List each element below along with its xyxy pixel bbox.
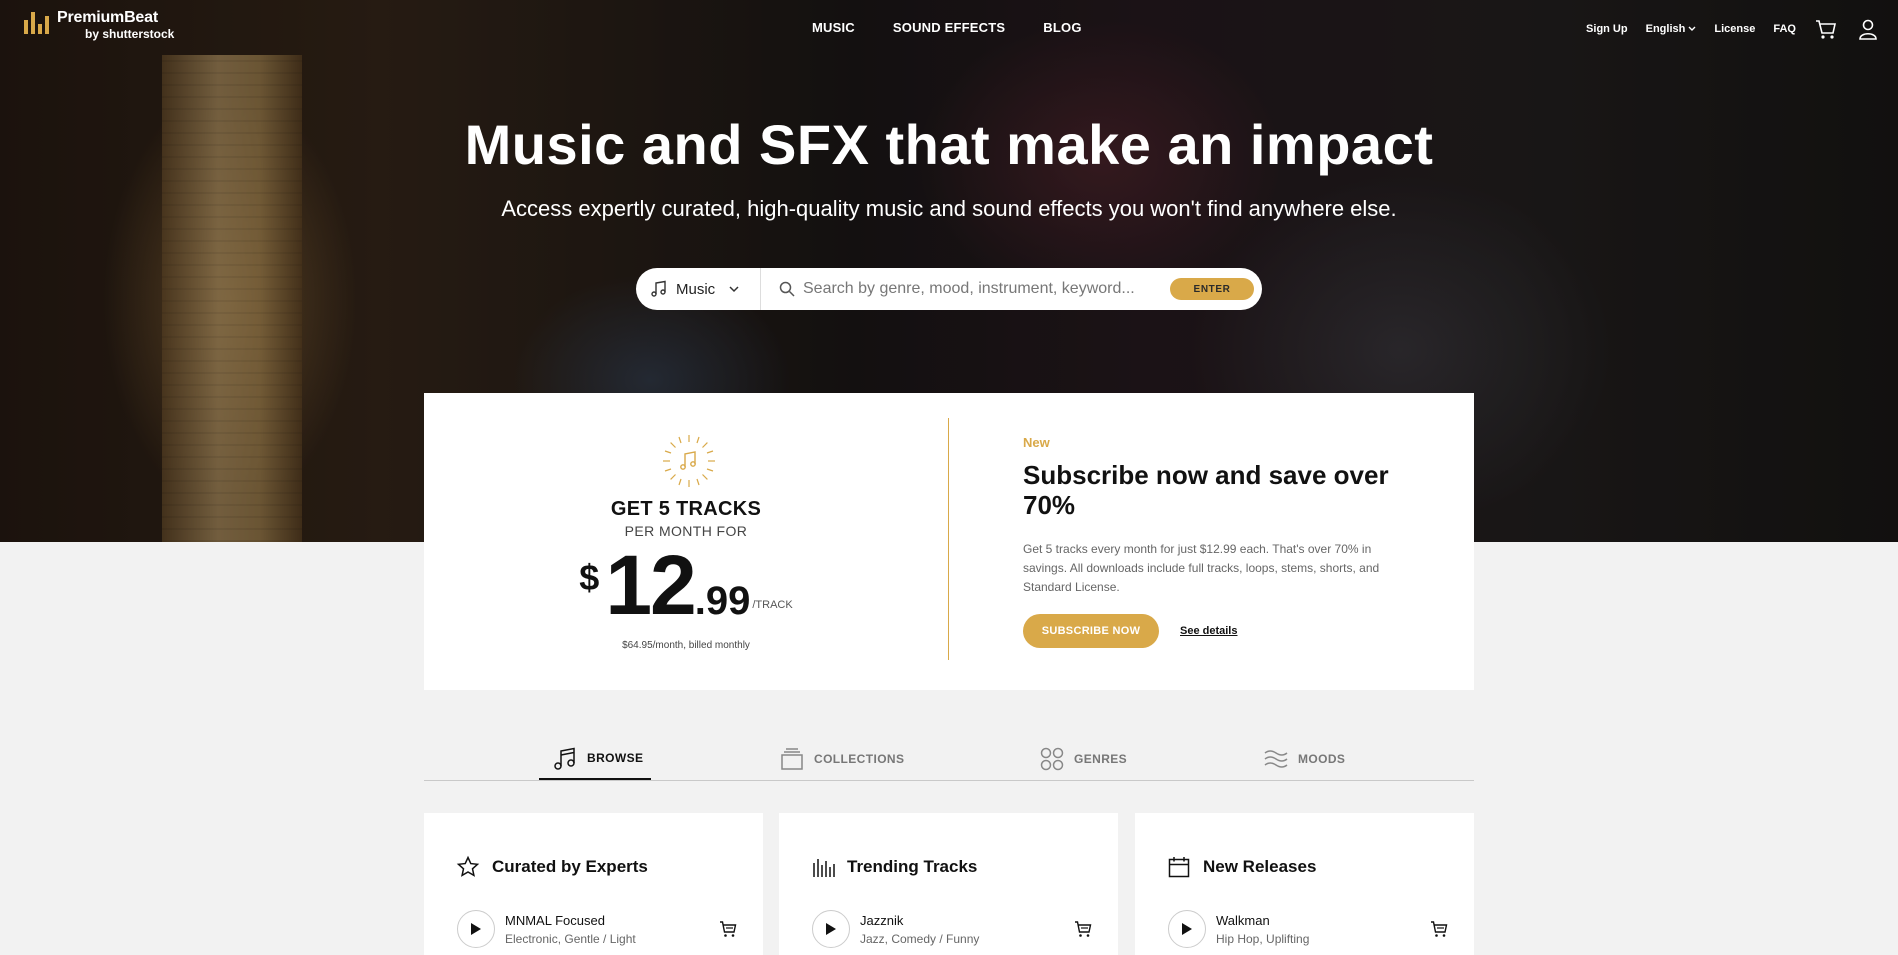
star-icon bbox=[456, 855, 480, 877]
track-row: Jazznik Jazz, Comedy / Funny bbox=[812, 910, 1092, 948]
calendar-icon bbox=[1168, 857, 1190, 878]
track-tags: Hip Hop, Uplifting bbox=[1216, 931, 1310, 946]
search-enter-button[interactable]: ENTER bbox=[1170, 278, 1254, 300]
logo[interactable]: PremiumBeat by shutterstock bbox=[24, 9, 174, 41]
tab-browse-label: BROWSE bbox=[587, 751, 644, 765]
price-cents: .99 bbox=[694, 579, 751, 623]
main-nav: MUSIC SOUND EFFECTS BLOG bbox=[812, 20, 1082, 35]
search-type-label: Music bbox=[676, 280, 716, 298]
play-button[interactable] bbox=[457, 910, 495, 948]
play-button[interactable] bbox=[812, 910, 850, 948]
tab-genres[interactable]: GENRES bbox=[1038, 738, 1127, 780]
add-to-cart-icon[interactable] bbox=[719, 920, 737, 938]
collections-icon bbox=[781, 748, 803, 770]
card-title: New Releases bbox=[1203, 857, 1317, 876]
logo-name: PremiumBeat bbox=[57, 9, 158, 26]
sign-up-link[interactable]: Sign Up bbox=[1586, 23, 1628, 35]
card-title: Curated by Experts bbox=[492, 857, 648, 876]
track-row: Walkman Hip Hop, Uplifting bbox=[1168, 910, 1448, 948]
music-note-icon bbox=[554, 747, 575, 770]
price-panel: GET 5 TRACKS PER MONTH FOR $ 12 .99 /TRA… bbox=[424, 393, 948, 690]
nav-music[interactable]: MUSIC bbox=[812, 20, 855, 35]
logo-bars-icon bbox=[24, 12, 49, 34]
chevron-down-icon bbox=[729, 285, 739, 292]
card-trending: Trending Tracks Jazznik Jazz, Comedy / F… bbox=[779, 813, 1118, 955]
play-button[interactable] bbox=[1168, 910, 1206, 948]
music-burst-icon bbox=[663, 435, 715, 487]
cart-icon[interactable] bbox=[1814, 17, 1838, 41]
tab-moods-label: MOODS bbox=[1298, 752, 1346, 766]
license-link[interactable]: License bbox=[1714, 23, 1755, 35]
subscribe-panel: New Subscribe now and save over 70% Get … bbox=[1023, 435, 1403, 648]
card-title: Trending Tracks bbox=[847, 857, 978, 876]
utility-nav: Sign Up English License FAQ bbox=[1586, 17, 1880, 41]
hero-subtitle: Access expertly curated, high-quality mu… bbox=[501, 196, 1397, 221]
subscribe-now-button[interactable]: SUBSCRIBE NOW bbox=[1023, 614, 1159, 648]
price-whole: 12 bbox=[605, 538, 696, 632]
faq-link[interactable]: FAQ bbox=[1773, 23, 1796, 35]
billing-note: $64.95/month, billed monthly bbox=[622, 640, 750, 651]
new-badge: New bbox=[1023, 435, 1050, 450]
genres-icon bbox=[1040, 747, 1064, 771]
tab-genres-label: GENRES bbox=[1074, 752, 1128, 766]
search-type-select[interactable]: Music bbox=[636, 268, 761, 310]
card-new-releases: New Releases Walkman Hip Hop, Uplifting bbox=[1135, 813, 1474, 955]
nav-sound-effects[interactable]: SOUND EFFECTS bbox=[893, 20, 1005, 35]
tab-moods[interactable]: MOODS bbox=[1262, 738, 1345, 780]
account-icon[interactable] bbox=[1856, 17, 1880, 41]
play-icon bbox=[1182, 923, 1192, 935]
track-name[interactable]: Walkman bbox=[1216, 913, 1309, 928]
promo-per-month: PER MONTH FOR bbox=[624, 523, 748, 539]
add-to-cart-icon[interactable] bbox=[1074, 920, 1092, 938]
track-name[interactable]: MNMAL Focused bbox=[505, 913, 636, 928]
language-select[interactable]: English bbox=[1646, 23, 1697, 35]
promo-price: $ 12 .99 /TRACK bbox=[424, 543, 948, 627]
subscription-promo-card: GET 5 TRACKS PER MONTH FOR $ 12 .99 /TRA… bbox=[424, 393, 1474, 690]
tab-browse[interactable]: BROWSE bbox=[539, 738, 651, 780]
track-tags: Electronic, Gentle / Light bbox=[505, 931, 636, 946]
browse-tabs: BROWSE COLLECTIONS GENRES MOODS bbox=[424, 732, 1474, 781]
track-row: MNMAL Focused Electronic, Gentle / Light bbox=[457, 910, 737, 948]
promo-headline: Subscribe now and save over 70% bbox=[1023, 460, 1389, 520]
see-details-link[interactable]: See details bbox=[1180, 625, 1237, 637]
add-to-cart-icon[interactable] bbox=[1430, 920, 1448, 938]
track-name[interactable]: Jazznik bbox=[860, 913, 979, 928]
price-unit: /TRACK bbox=[752, 599, 793, 611]
price-currency: $ bbox=[579, 557, 600, 598]
card-curated: Curated by Experts MNMAL Focused Electro… bbox=[424, 813, 763, 955]
play-icon bbox=[471, 923, 481, 935]
hero-title: Music and SFX that make an impact bbox=[464, 113, 1434, 176]
promo-description: Get 5 tracks every month for just $12.99… bbox=[1023, 542, 1380, 594]
promo-divider bbox=[948, 418, 949, 660]
music-note-icon bbox=[651, 280, 666, 297]
search-icon bbox=[779, 281, 795, 297]
chevron-down-icon bbox=[1688, 26, 1696, 31]
tab-collections-label: COLLECTIONS bbox=[814, 752, 905, 766]
bars-icon bbox=[813, 859, 835, 877]
logo-byline: by shutterstock bbox=[85, 27, 175, 41]
promo-offer-title: GET 5 TRACKS bbox=[610, 498, 762, 520]
language-label: English bbox=[1645, 23, 1686, 35]
tab-collections[interactable]: COLLECTIONS bbox=[778, 738, 904, 780]
play-icon bbox=[826, 923, 836, 935]
moods-icon bbox=[1264, 750, 1288, 768]
nav-blog[interactable]: BLOG bbox=[1043, 20, 1081, 35]
search-input[interactable] bbox=[803, 280, 1153, 298]
track-tags: Jazz, Comedy / Funny bbox=[860, 931, 980, 946]
search-bar: Music ENTER bbox=[636, 268, 1262, 310]
